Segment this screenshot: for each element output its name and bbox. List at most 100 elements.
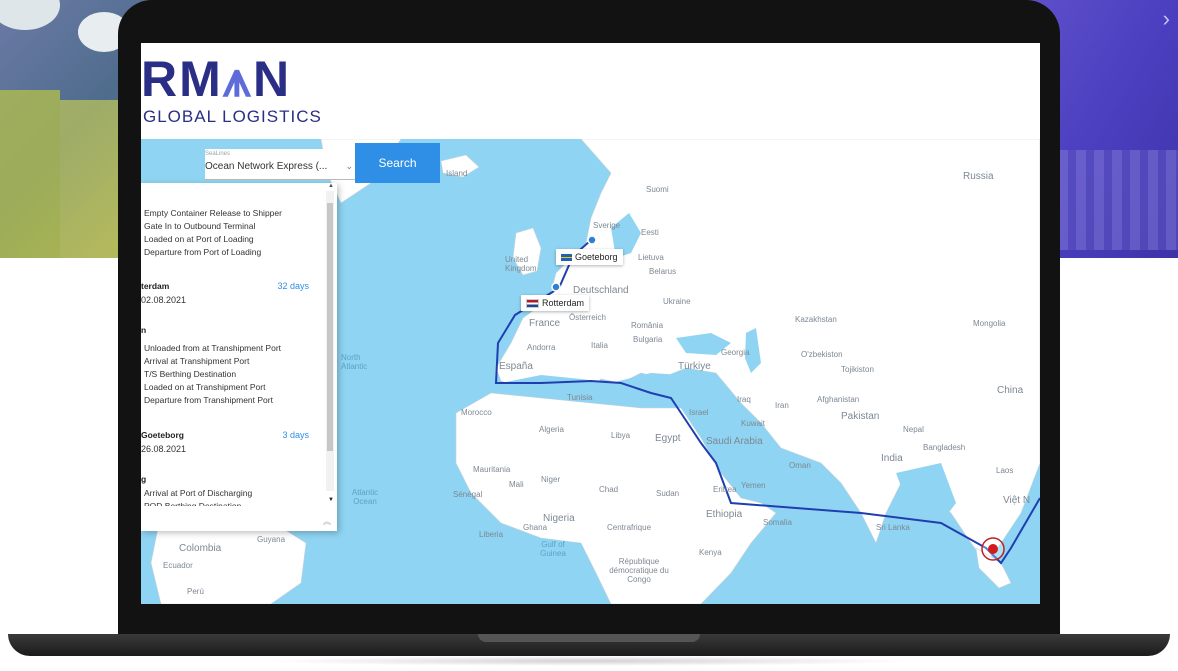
map-label-peru: Perú (187, 587, 204, 596)
map-label-laos: Laos (996, 466, 1014, 475)
event-item: Arrival at Port of Discharging (144, 488, 253, 498)
map-label-georgia: Georgia (721, 348, 750, 357)
map-label-nepal: Nepal (903, 425, 924, 434)
map-label-kuwait: Kuwait (741, 419, 766, 428)
map-label-liberia: Liberia (479, 530, 504, 539)
map-label-china: China (997, 385, 1024, 396)
destination-header: g (141, 474, 147, 484)
map-label-saudi-arabia: Saudi Arabia (706, 436, 763, 447)
event-item: Loaded on at Port of Loading (144, 234, 254, 244)
map-label-viet-nam: Việt N (1003, 495, 1031, 506)
port-tag-label: Rotterdam (542, 298, 585, 308)
tracking-panel[interactable]: Empty Container Release to Shipper Gate … (141, 183, 337, 531)
leg-duration: 32 days (277, 281, 309, 291)
leg-date: 02.08.2021 (141, 295, 187, 305)
scroll-up-arrow-icon[interactable]: ▲ (328, 183, 334, 189)
map-label-osterreich: Österreich (569, 313, 606, 322)
map-label-north-atlantic: North Atlantic (341, 353, 368, 371)
map-label-niger: Niger (541, 475, 561, 484)
map-label-iran: Iran (775, 401, 789, 410)
map-label-mali: Mali (509, 480, 524, 489)
event-item: Arrival at Transhipment Port (144, 356, 250, 366)
map-label-lietuva: Lietuva (638, 253, 664, 262)
map-label-eesti: Eesti (641, 228, 659, 237)
scroll-down-arrow-icon[interactable]: ▼ (328, 497, 334, 503)
map-label-sverige: Sverige (593, 221, 621, 230)
event-item: Empty Container Release to Shipper (144, 208, 282, 218)
map-label-gulf-of-guinea: Gulf of Guinea (540, 540, 566, 558)
map-label-colombia: Colombia (179, 543, 222, 554)
site-header: RM⩚N GLOBAL LOGISTICS (141, 43, 1040, 139)
scrollbar[interactable] (326, 191, 334, 491)
collapse-icon[interactable]: ︽ (323, 516, 331, 527)
leg-port: terdam (141, 281, 170, 291)
logo-text: RM (141, 51, 223, 107)
map-label-tunisia: Tunisia (567, 393, 593, 402)
map-label-oman: Oman (789, 461, 811, 470)
leg-port: Goeteborg (141, 430, 184, 440)
event-item: Gate In to Outbound Terminal (144, 221, 256, 231)
map-label-iraq: Iraq (737, 395, 751, 404)
map-label-sri-lanka: Sri Lanka (876, 523, 910, 532)
map-label-ukraine: Ukraine (663, 297, 691, 306)
sealine-select-label: SeaLines (205, 151, 231, 157)
port-marker-rotterdam (551, 282, 561, 292)
map-label-espana: España (499, 361, 533, 372)
hard-hat-shape (0, 0, 60, 30)
map-label-united-kingdom: United Kingdom (505, 255, 537, 273)
sweden-flag-icon (561, 254, 572, 262)
port-tag-label: Goeteborg (575, 252, 618, 262)
event-item: Departure from Port of Loading (144, 247, 262, 257)
map-label-egypt: Egypt (655, 433, 681, 444)
map-label-afghanistan: Afghanistan (817, 395, 860, 404)
port-tag-rotterdam[interactable]: Rotterdam (521, 295, 590, 312)
laptop-shadow (260, 656, 918, 666)
map-label-island: Island (446, 169, 468, 178)
map-label-morocco: Morocco (461, 408, 492, 417)
search-button[interactable]: Search (355, 143, 440, 183)
map-label-france: France (529, 318, 561, 329)
event-item: Departure from Transhipment Port (144, 395, 273, 405)
chevron-right-icon: › (1162, 6, 1170, 31)
transhipment-marker (988, 544, 998, 554)
map-label-italia: Italia (591, 341, 608, 350)
logo-text: N (252, 51, 292, 107)
logo-subtitle: GLOBAL LOGISTICS (143, 107, 322, 126)
map-label-rdc: République démocratique du Congo (609, 557, 669, 584)
leg-duration: 3 days (282, 430, 309, 440)
port-tag-goeteborg[interactable]: Goeteborg (556, 249, 623, 265)
map-label-nigeria: Nigeria (543, 513, 575, 524)
map-label-romania: România (631, 321, 664, 330)
map-label-belarus: Belarus (649, 267, 677, 276)
scrollbar-thumb[interactable] (327, 203, 333, 451)
port-marker-goeteborg (587, 235, 597, 245)
map-label-ethiopia: Ethiopia (706, 509, 743, 520)
map-label-atlantic-ocean: Atlantic Ocean (351, 488, 379, 506)
map-label-eritrea: Eritrea (713, 485, 737, 494)
map-label-kenya: Kenya (699, 548, 722, 557)
map-label-yemen: Yemen (741, 481, 766, 490)
map-label-mongolia: Mongolia (973, 319, 1006, 328)
map-label-somalia: Somalia (763, 518, 792, 527)
map-label-andorra: Andorra (527, 343, 556, 352)
map-label-bulgaria: Bulgaria (633, 335, 663, 344)
map-label-kazakhstan: Kazakhstan (795, 315, 837, 324)
map-label-suomi: Suomi (646, 185, 669, 194)
company-logo[interactable]: RM⩚N (141, 53, 291, 105)
map-label-sudan: Sudan (656, 489, 680, 498)
transhipment-header: n (141, 325, 147, 335)
event-item: Loaded on at Transhipment Port (144, 382, 266, 392)
map-label-ghana: Ghana (523, 523, 548, 532)
map-label-centrafrique: Centrafrique (607, 523, 652, 532)
event-item: Unloaded from at Transhipment Port (144, 343, 282, 353)
laptop-screen: Russia Island Suomi Sverige Eesti Lietuv… (141, 43, 1040, 604)
sealine-select[interactable]: SeaLines Ocean Network Express (... ⌄ (205, 149, 355, 180)
event-item: POD Berthing Destination (144, 501, 242, 506)
map-label-israel: Israel (689, 408, 709, 417)
map-label-ecuador: Ecuador (163, 561, 193, 570)
map-label-algeria: Algeria (539, 425, 564, 434)
map-label-libya: Libya (611, 431, 631, 440)
map-label-guyana: Guyana (257, 535, 286, 544)
event-item: T/S Berthing Destination (144, 369, 237, 379)
netherlands-flag-icon (526, 299, 539, 309)
